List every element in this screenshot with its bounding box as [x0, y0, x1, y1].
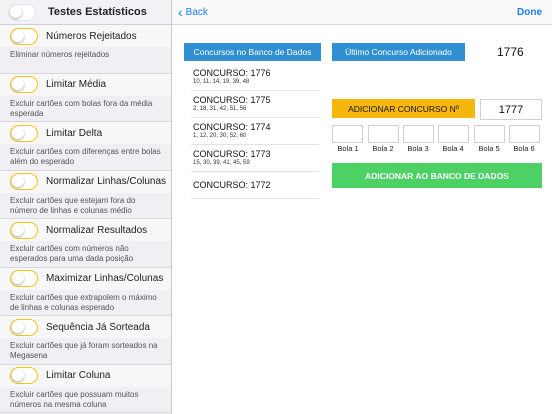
- sidebar-item-desc: Excluir cartões com diferenças entre bol…: [10, 147, 161, 166]
- toggle-sequencia-ja-sorteada[interactable]: [10, 318, 38, 336]
- list-item[interactable]: CONCURSO: 1774 1, 12, 20, 30, 52, 60: [191, 118, 319, 145]
- sidebar-item-label: Números Rejeitados: [46, 30, 137, 42]
- sidebar-item-desc: Excluir cartões que estejam fora do núme…: [10, 195, 136, 215]
- add-to-database-button[interactable]: ADICIONAR AO BANCO DE DADOS: [332, 163, 542, 188]
- add-contest-button[interactable]: ADICIONAR CONCURSO Nº: [332, 99, 475, 118]
- done-button[interactable]: Done: [517, 7, 542, 18]
- toggle-numeros-rejeitados[interactable]: [10, 27, 38, 45]
- ball-2-input[interactable]: [368, 125, 399, 143]
- contest-title: CONCURSO: 1774: [193, 122, 271, 132]
- sidebar-item-label: Limitar Coluna: [46, 370, 111, 381]
- sidebar-item-limitar-coluna: Limitar Coluna Excluir cartões que possu…: [0, 364, 171, 413]
- list-item[interactable]: CONCURSO: 1776 10, 11, 14, 19, 39, 48: [191, 64, 319, 91]
- db-contests-button[interactable]: Concursos no Banco de Dados: [184, 43, 321, 61]
- sidebar-item-normalizar-resultados: Normalizar Resultados Excluir cartões co…: [0, 219, 171, 268]
- ball-2-label: Bola 2: [372, 144, 394, 153]
- sidebar: Testes Estatísticos Números Rejeitados E…: [0, 0, 172, 414]
- ball-6-label: Bola 6: [513, 144, 535, 153]
- ball-5-input[interactable]: [474, 125, 505, 143]
- sidebar-item-limitar-delta: Limitar Delta Excluir cartões com difere…: [0, 122, 171, 171]
- ball-1-label: Bola 1: [337, 144, 359, 153]
- sidebar-item-desc: Excluir cartões que possuam muitos númer…: [10, 389, 139, 409]
- toggle-limitar-media[interactable]: [10, 76, 38, 93]
- back-label: Back: [185, 6, 208, 18]
- chevron-left-icon: ‹: [178, 4, 183, 20]
- sidebar-item-numeros-rejeitados: Números Rejeitados Eliminar números reje…: [0, 25, 171, 74]
- toggle-limitar-coluna[interactable]: [10, 367, 38, 384]
- list-item[interactable]: CONCURSO: 1772: [191, 172, 319, 199]
- ball-4-input[interactable]: [438, 125, 469, 143]
- back-button[interactable]: ‹ Back: [178, 5, 208, 19]
- contest-numbers: 10, 11, 14, 19, 39, 48: [193, 79, 250, 85]
- contest-title: CONCURSO: 1776: [193, 68, 271, 78]
- contest-title: CONCURSO: 1773: [193, 149, 271, 159]
- last-contest-button[interactable]: Último Concurso Adicionado: [332, 43, 465, 61]
- sidebar-item-label: Limitar Média: [46, 79, 107, 90]
- list-item[interactable]: CONCURSO: 1773 15, 30, 39, 41, 45, 59: [191, 145, 319, 172]
- contest-list: CONCURSO: 1776 10, 11, 14, 19, 39, 48 CO…: [191, 64, 319, 199]
- list-item[interactable]: CONCURSO: 1775 2, 18, 31, 42, 51, 56: [191, 91, 319, 118]
- sidebar-item-desc: Excluir cartões com números não esperado…: [10, 244, 134, 263]
- ball-3-input[interactable]: [403, 125, 434, 143]
- sidebar-header: Testes Estatísticos: [0, 0, 171, 25]
- sidebar-item-maximizar-linhas-colunas: Maximizar Linhas/Colunas Excluir cartões…: [0, 267, 171, 316]
- ball-4-label: Bola 4: [442, 144, 464, 153]
- contest-numbers: 15, 30, 39, 41, 45, 59: [193, 160, 250, 166]
- sidebar-item-limitar-media: Limitar Média Excluir cartões com bolas …: [0, 73, 171, 122]
- sidebar-item-desc: Excluir cartões que já foram sorteados n…: [10, 341, 158, 360]
- contest-numbers: 1, 12, 20, 30, 52, 60: [193, 133, 247, 139]
- sidebar-item-desc: Excluir cartões com bolas fora da média …: [10, 98, 153, 118]
- navigation-bar: ‹ Back Done: [172, 0, 552, 25]
- contest-title: CONCURSO: 1772: [193, 180, 271, 190]
- sidebar-item-normalizar-linhas-colunas: Normalizar Linhas/Colunas Excluir cartõe…: [0, 170, 171, 219]
- toggle-normalizar-resultados[interactable]: [10, 221, 38, 239]
- master-toggle[interactable]: [8, 3, 36, 21]
- ball-3-label: Bola 3: [407, 144, 429, 153]
- sidebar-item-label: Limitar Delta: [46, 127, 103, 139]
- contest-title: CONCURSO: 1775: [193, 95, 271, 105]
- toggle-limitar-delta[interactable]: [10, 124, 38, 142]
- sidebar-item-sequencia-ja-sorteada: Sequência Já Sorteada Excluir cartões qu…: [0, 316, 171, 365]
- toggle-maximizar-linhas-colunas[interactable]: [10, 270, 38, 287]
- sidebar-item-desc: Eliminar números rejeitados: [10, 50, 110, 59]
- sidebar-item-label: Normalizar Resultados: [46, 224, 148, 236]
- ball-1-input[interactable]: [332, 125, 363, 143]
- toggle-normalizar-linhas-colunas[interactable]: [10, 173, 38, 190]
- ball-6-input[interactable]: [509, 125, 540, 143]
- contest-number-input[interactable]: 1777: [480, 99, 542, 120]
- sidebar-item-label: Normalizar Linhas/Colunas: [46, 176, 167, 187]
- sidebar-item-label: Sequência Já Sorteada: [46, 321, 150, 333]
- ball-5-label: Bola 5: [478, 144, 500, 153]
- sidebar-item-label: Maximizar Linhas/Colunas: [46, 273, 164, 284]
- contest-numbers: 2, 18, 31, 42, 51, 56: [193, 106, 247, 112]
- sidebar-item-desc: Excluir cartões que extrapolem o máximo …: [10, 292, 157, 312]
- sidebar-title: Testes Estatísticos: [48, 6, 147, 18]
- last-contest-value: 1776: [497, 45, 524, 59]
